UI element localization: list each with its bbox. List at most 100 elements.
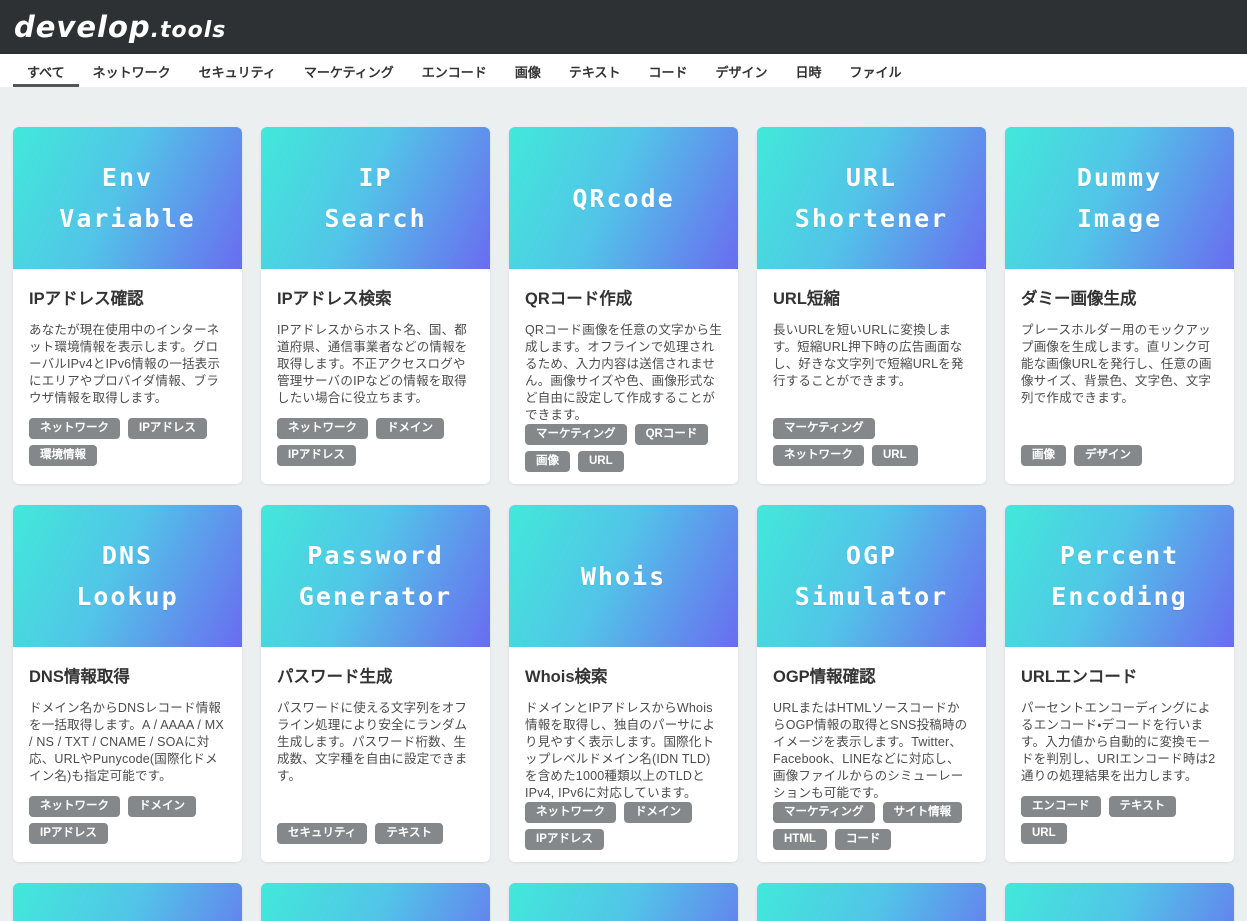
card-body: IPアドレス検索IPアドレスからホスト名、国、都道府県、通信事業者などの情報を取… — [261, 269, 490, 484]
tool-banner-image — [757, 883, 986, 921]
tool-card[interactable]: QRcodeQRコード作成QRコード画像を任意の文字から生成します。オフラインで… — [509, 127, 738, 484]
tool-title: DNS情報取得 — [29, 663, 226, 687]
tag-badge[interactable]: テキスト — [375, 823, 443, 844]
tag-badge[interactable]: 画像 — [1021, 445, 1066, 466]
spacer — [277, 407, 474, 418]
tag-badge[interactable]: テキスト — [1109, 796, 1177, 817]
tag-badge[interactable]: QRコード — [635, 424, 709, 445]
tag-badge[interactable]: サイト情報 — [883, 802, 963, 823]
tag-badge[interactable]: マーケティング — [525, 424, 627, 445]
nav-tab[interactable]: テキスト — [555, 54, 635, 87]
tag-badge[interactable]: 環境情報 — [29, 445, 97, 466]
tag-badge[interactable]: URL — [872, 445, 918, 466]
tool-title: Whois検索 — [525, 663, 722, 687]
tool-title: QRコード作成 — [525, 285, 722, 309]
tool-card[interactable]: Env Variable IPアドレス確認あなたが現在使用中のインターネット環境情… — [13, 127, 242, 484]
tag-badge[interactable]: マーケティング — [773, 418, 875, 439]
tool-title: IPアドレス検索 — [277, 285, 474, 309]
site-logo[interactable]: develop .tools — [14, 10, 226, 44]
tool-banner-image: IP Search — [261, 127, 490, 269]
tag-badge[interactable]: エンコード — [1021, 796, 1101, 817]
spacer — [277, 785, 474, 823]
nav-tab[interactable]: 日時 — [781, 54, 835, 87]
tag-badge[interactable]: ネットワーク — [277, 418, 368, 439]
tag-badge[interactable]: ネットワーク — [29, 418, 120, 439]
nav-tab[interactable]: マーケティング — [290, 54, 408, 87]
spacer — [1021, 785, 1218, 796]
tag-badge[interactable]: HTML — [773, 829, 827, 850]
tool-card[interactable] — [509, 883, 738, 921]
tag-badge[interactable]: ドメイン — [624, 802, 692, 823]
tool-title: OGP情報確認 — [773, 663, 970, 687]
logo-primary: develop — [14, 10, 151, 44]
tag-badge[interactable]: IPアドレス — [525, 829, 604, 850]
tool-banner-image: OGP Simulator — [757, 505, 986, 647]
tool-banner-title: QRcode — [572, 178, 674, 219]
tool-card[interactable] — [757, 883, 986, 921]
tag-badge[interactable]: デザイン — [1074, 445, 1142, 466]
tool-banner-title: Whois — [581, 556, 666, 597]
card-body: URL短縮長いURLを短いURLに変換します。短縮URL押下時の広告画面なし、好… — [757, 269, 986, 484]
tool-title: URL短縮 — [773, 285, 970, 309]
tool-card[interactable]: Password Generatorパスワード生成パスワードに使える文字列をオフ… — [261, 505, 490, 862]
tag-badge[interactable]: URL — [1021, 823, 1067, 844]
card-body: IPアドレス確認あなたが現在使用中のインターネット環境情報を表示します。グローバ… — [13, 269, 242, 484]
tool-card[interactable]: Whois Whois検索ドメインとIPアドレスからWhois情報を取得し、独自の… — [509, 505, 738, 862]
tag-badge[interactable]: ネットワーク — [525, 802, 616, 823]
spacer — [29, 407, 226, 418]
tool-card[interactable]: IP SearchIPアドレス検索IPアドレスからホスト名、国、都道府県、通信事… — [261, 127, 490, 484]
tool-banner-title: Dummy Image — [1077, 157, 1162, 239]
nav-tab[interactable]: 画像 — [501, 54, 555, 87]
tool-banner-title: OGP Simulator — [795, 535, 948, 617]
tool-banner-image — [261, 883, 490, 921]
nav-tab[interactable]: ネットワーク — [79, 54, 185, 87]
tool-card[interactable]: Percent EncodingURLエンコードパーセントエンコーディングによる… — [1005, 505, 1234, 862]
tag-list: ネットワークドメイン IPアドレス — [29, 796, 226, 844]
tag-list: エンコードテキスト URL — [1021, 796, 1218, 844]
tool-description: ドメインとIPアドレスからWhois情報を取得し、独自のパーサにより見やすく表示… — [525, 700, 722, 802]
nav-tab[interactable]: エンコード — [408, 54, 501, 87]
tag-badge[interactable]: ドメイン — [128, 796, 196, 817]
tag-badge[interactable]: 画像 — [525, 451, 570, 472]
tag-badge[interactable]: ネットワーク — [773, 445, 864, 466]
tool-banner-title: Password Generator — [299, 535, 452, 617]
nav-tab[interactable]: すべて — [13, 54, 79, 87]
tool-title: URLエンコード — [1021, 663, 1218, 687]
tool-card[interactable] — [1005, 883, 1234, 921]
tag-list: マーケティング QRコード画像 URL — [525, 424, 722, 472]
nav-tab[interactable]: デザイン — [701, 54, 781, 87]
tool-card[interactable] — [13, 883, 242, 921]
tag-list: 画像デザイン — [1021, 445, 1218, 466]
tool-banner-image: Env Variable — [13, 127, 242, 269]
tag-badge[interactable]: IPアドレス — [277, 445, 356, 466]
tag-list: セキュリティテキスト — [277, 823, 474, 844]
tag-badge[interactable]: セキュリティ — [277, 823, 367, 844]
tool-card[interactable]: Dummy Imageダミー画像生成プレースホルダー用のモックアップ画像を生成し… — [1005, 127, 1234, 484]
card-body: DNS情報取得ドメイン名からDNSレコード情報を一括取得します。A / AAAA… — [13, 647, 242, 862]
tool-card[interactable]: DNS LookupDNS情報取得ドメイン名からDNSレコード情報を一括取得しま… — [13, 505, 242, 862]
nav-tab[interactable]: コード — [634, 54, 701, 87]
tag-list: ネットワークドメイン IPアドレス — [277, 418, 474, 466]
tool-card[interactable] — [261, 883, 490, 921]
tag-list: マーケティングネットワーク URL — [773, 418, 970, 466]
tool-card[interactable]: URL ShortenerURL短縮長いURLを短いURLに変換します。短縮UR… — [757, 127, 986, 484]
tool-description: あなたが現在使用中のインターネット環境情報を表示します。グローバルIPv4とIP… — [29, 322, 226, 407]
card-body: QRコード作成QRコード画像を任意の文字から生成します。オフラインで処理されるた… — [509, 269, 738, 484]
tag-badge[interactable]: ネットワーク — [29, 796, 120, 817]
tool-card[interactable]: OGP SimulatorOGP情報確認URLまたはHTMLソースコードからOG… — [757, 505, 986, 862]
tool-banner-image: URL Shortener — [757, 127, 986, 269]
tag-badge[interactable]: ドメイン — [376, 418, 444, 439]
tag-badge[interactable]: IPアドレス — [128, 418, 207, 439]
tool-title: IPアドレス確認 — [29, 285, 226, 309]
tool-banner-title: DNS Lookup — [76, 535, 178, 617]
tool-banner-image — [1005, 883, 1234, 921]
tag-badge[interactable]: マーケティング — [773, 802, 875, 823]
tool-banner-title: Env Variable — [59, 157, 195, 239]
tool-banner-image: DNS Lookup — [13, 505, 242, 647]
nav-tab[interactable]: ファイル — [836, 54, 916, 87]
tag-badge[interactable]: URL — [578, 451, 624, 472]
nav-tab[interactable]: セキュリティ — [185, 54, 290, 87]
tag-badge[interactable]: コード — [835, 829, 892, 850]
tool-description: プレースホルダー用のモックアップ画像を生成します。直リンク可能な画像URLを発行… — [1021, 322, 1218, 407]
tag-badge[interactable]: IPアドレス — [29, 823, 108, 844]
